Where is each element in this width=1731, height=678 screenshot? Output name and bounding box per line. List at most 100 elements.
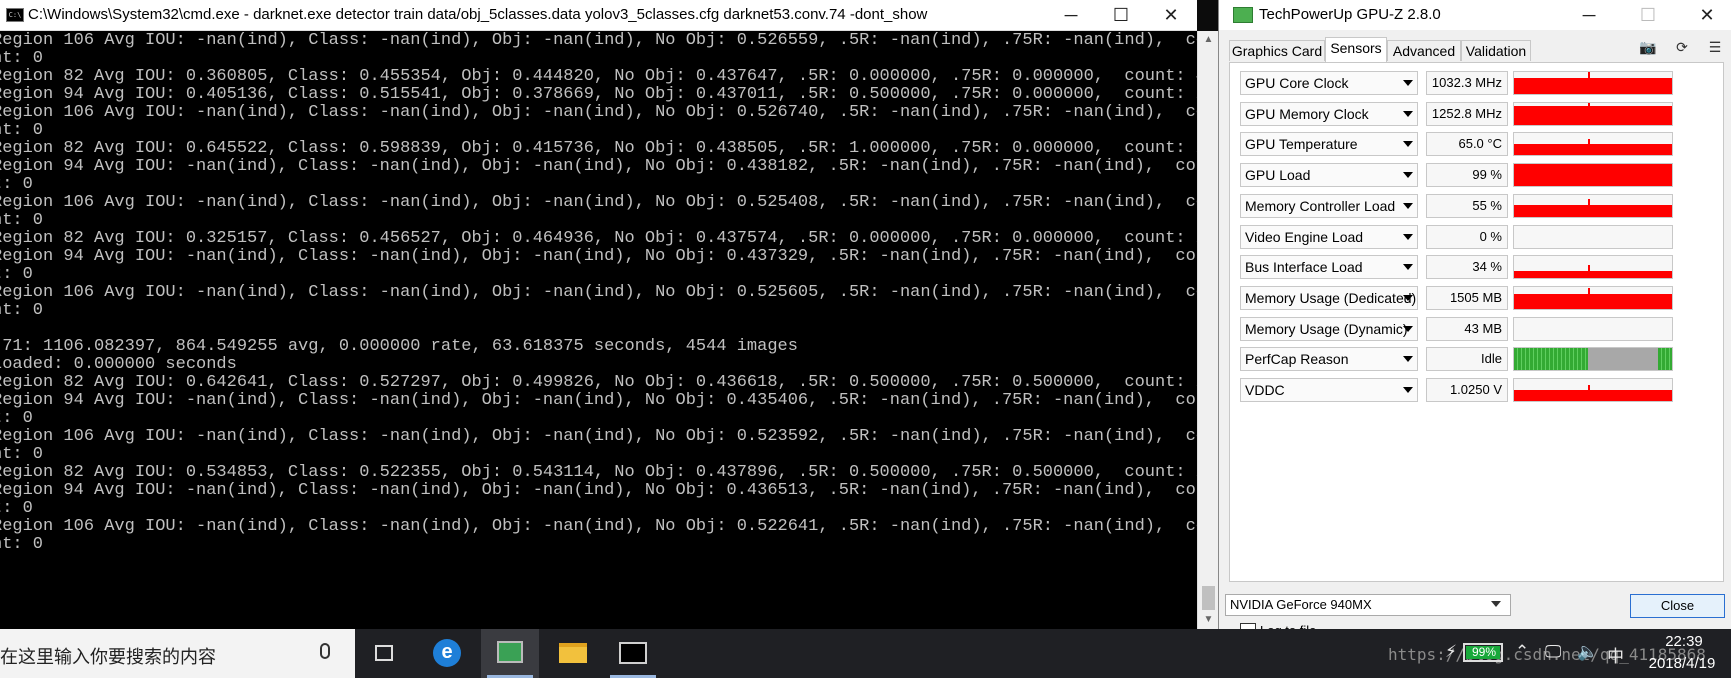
chevron-down-icon[interactable] bbox=[1403, 326, 1413, 332]
chevron-down-icon[interactable] bbox=[1403, 80, 1413, 86]
sensor-graph bbox=[1513, 71, 1673, 95]
gpuz-minimize-button[interactable]: ─ bbox=[1564, 0, 1614, 30]
cmd-maximize-button[interactable]: ☐ bbox=[1096, 0, 1146, 30]
sensor-graph-spike bbox=[1588, 138, 1591, 155]
gpuz-window[interactable]: TechPowerUp GPU-Z 2.8.0 ─ ☐ ✕ Graphics C… bbox=[1218, 0, 1731, 639]
sensor-row: Bus Interface Load 34 % bbox=[1240, 255, 1705, 281]
scroll-down-icon[interactable]: ▼ bbox=[1198, 611, 1219, 629]
sensor-row: GPU Memory Clock 1252.8 MHz bbox=[1240, 102, 1705, 128]
sensor-name-dropdown[interactable]: GPU Load bbox=[1240, 163, 1418, 187]
sensor-graph bbox=[1513, 255, 1673, 279]
console-line: nt: 0 bbox=[0, 445, 44, 464]
ime-icon[interactable]: 中 bbox=[1607, 642, 1624, 667]
cmd-minimize-button[interactable]: ─ bbox=[1046, 0, 1096, 30]
chevron-down-icon[interactable] bbox=[1403, 295, 1413, 301]
file-explorer-icon[interactable] bbox=[559, 643, 587, 663]
console-line: Region 106 Avg IOU: -nan(ind), Class: -n… bbox=[0, 193, 1197, 212]
sensor-name-dropdown[interactable]: GPU Temperature bbox=[1240, 132, 1418, 156]
sensor-name-dropdown[interactable]: Video Engine Load bbox=[1240, 225, 1418, 249]
sensor-row: GPU Core Clock 1032.3 MHz bbox=[1240, 71, 1705, 97]
gpuz-close-button[interactable]: ✕ bbox=[1682, 0, 1731, 30]
gpuz-window-title: TechPowerUp GPU-Z 2.8.0 bbox=[1259, 6, 1441, 23]
taskbar-task-view[interactable] bbox=[355, 629, 413, 678]
volume-icon[interactable]: 🔈 bbox=[1577, 642, 1598, 662]
sensor-row: GPU Temperature 65.0 °C bbox=[1240, 132, 1705, 158]
cmd-close-button[interactable]: ✕ bbox=[1146, 0, 1196, 30]
sensor-graph-spike bbox=[1588, 164, 1591, 186]
task-view-icon bbox=[375, 645, 393, 661]
console-lines: Region 106 Avg IOU: -nan(ind), Class: -n… bbox=[0, 31, 1197, 554]
sensor-name-dropdown[interactable]: PerfCap Reason bbox=[1240, 347, 1418, 371]
chevron-down-icon[interactable] bbox=[1403, 387, 1413, 393]
gpuz-maximize-button[interactable]: ☐ bbox=[1623, 0, 1673, 30]
sensor-value: 34 % bbox=[1426, 255, 1508, 279]
tab-advanced[interactable]: Advanced bbox=[1387, 40, 1461, 61]
gpuz-titlebar[interactable]: TechPowerUp GPU-Z 2.8.0 ─ ☐ ✕ bbox=[1219, 0, 1731, 30]
chevron-up-icon[interactable]: ⌃ bbox=[1515, 642, 1529, 662]
console-line: Region 106 Avg IOU: -nan(ind), Class: -n… bbox=[0, 31, 1197, 50]
sensor-name-dropdown[interactable]: Memory Controller Load bbox=[1240, 194, 1418, 218]
tab-sensors[interactable]: Sensors bbox=[1325, 37, 1387, 62]
chevron-down-icon[interactable] bbox=[1403, 234, 1413, 240]
sensor-name-dropdown[interactable]: GPU Core Clock bbox=[1240, 71, 1418, 95]
sensor-row: Memory Controller Load 55 % bbox=[1240, 194, 1705, 220]
chevron-down-icon[interactable] bbox=[1403, 111, 1413, 117]
scroll-thumb[interactable] bbox=[1202, 586, 1215, 610]
chevron-down-icon[interactable] bbox=[1403, 172, 1413, 178]
chevron-down-icon[interactable] bbox=[1403, 356, 1413, 362]
gpuz-app-icon bbox=[1233, 7, 1253, 23]
sensor-value: 1252.8 MHz bbox=[1426, 102, 1508, 126]
sensor-graph bbox=[1513, 102, 1673, 126]
tab-graphics-card[interactable]: Graphics Card bbox=[1229, 40, 1325, 61]
tab-validation[interactable]: Validation bbox=[1461, 40, 1531, 61]
refresh-icon[interactable]: ⟳ bbox=[1673, 38, 1691, 56]
sensor-graph-fill bbox=[1514, 77, 1672, 94]
console-output[interactable]: Region 106 Avg IOU: -nan(ind), Class: -n… bbox=[0, 31, 1197, 629]
chevron-down-icon[interactable] bbox=[1403, 141, 1413, 147]
perfcap-idle-band bbox=[1588, 348, 1658, 370]
chevron-down-icon[interactable] bbox=[1491, 601, 1501, 607]
chevron-down-icon[interactable] bbox=[1403, 264, 1413, 270]
sensors-panel: GPU Core Clock 1032.3 MHz GPU Memory Clock… bbox=[1229, 62, 1724, 639]
cmd-titlebar[interactable]: C:\ C:\Windows\System32\cmd.exe - darkne… bbox=[0, 0, 1197, 31]
console-line: Region 94 Avg IOU: -nan(ind), Class: -na… bbox=[0, 247, 1197, 266]
scroll-up-icon[interactable]: ▲ bbox=[1198, 31, 1219, 49]
console-line: nt: 0 bbox=[0, 211, 44, 230]
sensor-graph bbox=[1513, 286, 1673, 310]
sensor-name-dropdown[interactable]: Bus Interface Load bbox=[1240, 255, 1418, 279]
console-line: nt: 0 bbox=[0, 535, 44, 554]
console-line: Region 82 Avg IOU: 0.534853, Class: 0.52… bbox=[0, 463, 1197, 482]
cmd-window[interactable]: C:\ C:\Windows\System32\cmd.exe - darkne… bbox=[0, 0, 1219, 629]
sensor-name-dropdown[interactable]: GPU Memory Clock bbox=[1240, 102, 1418, 126]
sensor-graph-fill bbox=[1514, 390, 1672, 401]
sensor-row: Video Engine Load 0 % bbox=[1240, 225, 1705, 251]
gpuz-icon[interactable] bbox=[497, 641, 523, 663]
sensor-graph-fill bbox=[1514, 106, 1672, 125]
console-scrollbar[interactable]: ▲ ▼ bbox=[1197, 31, 1219, 629]
close-button[interactable]: Close bbox=[1630, 594, 1725, 618]
sensor-name-dropdown[interactable]: Memory Usage (Dynamic) bbox=[1240, 317, 1418, 341]
sensor-graph bbox=[1513, 132, 1673, 156]
camera-icon[interactable]: 📷 bbox=[1639, 38, 1657, 56]
power-plug-icon: ⚡ bbox=[1445, 642, 1457, 662]
gpu-select-dropdown[interactable]: NVIDIA GeForce 940MX bbox=[1225, 594, 1511, 616]
clock-time[interactable]: 22:39 bbox=[1648, 633, 1720, 650]
microphone-icon[interactable] bbox=[320, 643, 330, 659]
sensor-value: 99 % bbox=[1426, 163, 1508, 187]
console-line: Region 106 Avg IOU: -nan(ind), Class: -n… bbox=[0, 283, 1197, 302]
console-line: Region 82 Avg IOU: 0.645522, Class: 0.59… bbox=[0, 139, 1197, 158]
sensor-value: 43 MB bbox=[1426, 317, 1508, 341]
edge-icon[interactable]: e bbox=[433, 639, 461, 667]
network-icon[interactable]: 🖵 bbox=[1545, 642, 1561, 662]
sensor-graph-fill bbox=[1514, 144, 1672, 155]
sensor-value: 1505 MB bbox=[1426, 286, 1508, 310]
chevron-down-icon[interactable] bbox=[1403, 203, 1413, 209]
clock-date[interactable]: 2018/4/19 bbox=[1636, 655, 1728, 672]
taskbar-search-box[interactable]: 在这里输入你要搜索的内容 bbox=[0, 629, 355, 678]
menu-icon[interactable]: ☰ bbox=[1706, 38, 1724, 56]
sensor-graph bbox=[1513, 194, 1673, 218]
sensor-name-dropdown[interactable]: Memory Usage (Dedicated) bbox=[1240, 286, 1418, 310]
cmd-icon[interactable] bbox=[619, 642, 647, 664]
sensor-name-dropdown[interactable]: VDDC bbox=[1240, 378, 1418, 402]
sensor-row: GPU Load 99 % bbox=[1240, 163, 1705, 189]
